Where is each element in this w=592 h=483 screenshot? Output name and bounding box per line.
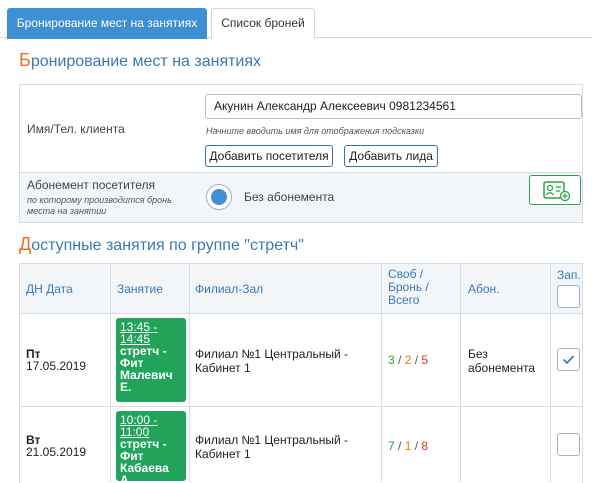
page-title-first-letter: Б bbox=[19, 50, 31, 70]
col-divider bbox=[381, 264, 382, 482]
lesson-badge[interactable]: 10:00 - 11:00 стретч - Фит Кабаева А. bbox=[116, 411, 186, 483]
lesson-name: стретч - Фит bbox=[120, 437, 167, 463]
subscription-option-label: Без абонемента bbox=[244, 190, 335, 204]
row-branch: Филиал №1 Центральный - Кабинет 1 bbox=[195, 347, 348, 375]
lessons-title-rest: оступные занятия по группе "стретч" bbox=[31, 237, 304, 254]
col-divider bbox=[110, 264, 111, 482]
select-all-checkbox[interactable] bbox=[557, 285, 580, 308]
tab-booking-list[interactable]: Список броней bbox=[211, 8, 315, 39]
tab-booking[interactable]: Бронирование мест на занятиях bbox=[7, 8, 207, 39]
col-divider bbox=[550, 264, 551, 482]
row-date: 17.05.2019 bbox=[26, 359, 87, 373]
col-divider bbox=[460, 264, 461, 482]
add-visitor-button[interactable]: Добавить посетителя bbox=[205, 145, 333, 167]
page-title: Бронирование мест на занятиях bbox=[19, 50, 261, 71]
lesson-trainer: Кабаева А. bbox=[120, 461, 169, 483]
col-subscription: Абон. bbox=[468, 282, 500, 296]
table-row: Вт 21.05.2019 10:00 - 11:00 стретч - Фит… bbox=[20, 408, 582, 483]
col-lesson: Занятие bbox=[117, 282, 163, 296]
client-hint: Начните вводить имя для отображения подс… bbox=[206, 126, 425, 136]
col-free-booked-total: Своб / Бронь / Всего bbox=[388, 267, 429, 307]
row-date: 21.05.2019 bbox=[26, 445, 87, 459]
id-card-plus-icon[interactable] bbox=[529, 175, 581, 205]
col-branch: Филиал-Зал bbox=[195, 282, 264, 296]
lesson-time[interactable]: 10:00 - 11:00 bbox=[120, 414, 182, 438]
book-checkbox[interactable] bbox=[557, 348, 580, 371]
client-search-input[interactable]: Акунин Александр Алексеевич 0981234561 bbox=[205, 94, 582, 119]
lesson-name: стретч - Фит bbox=[120, 344, 167, 370]
count-free: 3 bbox=[388, 353, 395, 367]
lesson-badge[interactable]: 13:45 - 14:45 стретч - Фит Малевич Е. bbox=[116, 318, 186, 402]
subscription-label: Абонемент посетителя bbox=[27, 178, 156, 192]
tab-bar: Бронирование мест на занятиях Список бро… bbox=[0, 0, 592, 39]
lessons-section-title: Доступные занятия по группе "стретч" bbox=[19, 234, 304, 255]
client-panel: Имя/Тел. клиента Акунин Александр Алексе… bbox=[19, 84, 583, 223]
add-lead-button[interactable]: Добавить лида bbox=[344, 145, 438, 167]
lesson-time[interactable]: 13:45 - 14:45 bbox=[120, 321, 182, 345]
row-subscription: Без абонемента bbox=[468, 347, 536, 375]
col-book: Зап. bbox=[557, 268, 581, 282]
count-total: 5 bbox=[421, 353, 429, 367]
subscription-radio[interactable] bbox=[206, 184, 232, 210]
count-total: 8 bbox=[421, 439, 429, 453]
col-date: ДН Дата bbox=[26, 282, 73, 296]
checkmark-icon bbox=[562, 355, 575, 365]
subscription-hint: по которому производится бронь места на … bbox=[27, 195, 172, 216]
page-title-rest: ронирование мест на занятиях bbox=[30, 53, 262, 70]
book-checkbox[interactable] bbox=[557, 433, 580, 456]
lessons-table: ДН Дата Занятие Филиал-Зал Своб / Бронь … bbox=[19, 263, 583, 483]
id-card-icon-graphic bbox=[543, 181, 571, 202]
row-counts: 3 / 2 / 5 bbox=[388, 353, 429, 367]
table-header: ДН Дата Занятие Филиал-Зал Своб / Бронь … bbox=[20, 264, 582, 314]
table-row: Пт 17.05.2019 13:45 - 14:45 стретч - Фит… bbox=[20, 315, 582, 407]
count-free: 7 bbox=[388, 439, 395, 453]
col-divider bbox=[189, 264, 190, 482]
row-counts: 7 / 1 / 8 bbox=[388, 439, 429, 453]
lessons-title-first-letter: Д bbox=[19, 234, 32, 254]
lesson-trainer: Малевич Е. bbox=[120, 368, 173, 394]
client-label: Имя/Тел. клиента bbox=[27, 122, 125, 136]
radio-selected-dot bbox=[211, 189, 227, 205]
row-branch: Филиал №1 Центральный - Кабинет 1 bbox=[195, 433, 348, 461]
